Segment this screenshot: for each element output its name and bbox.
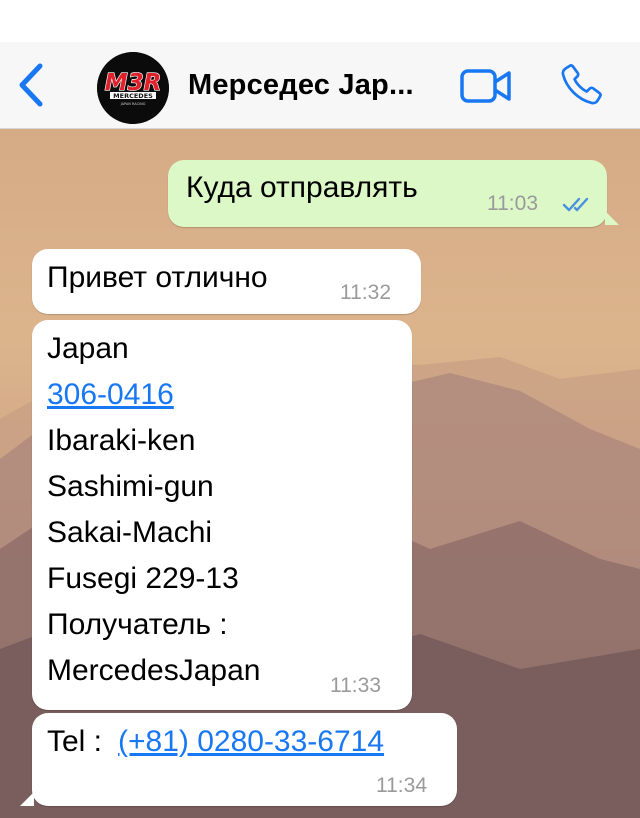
address-line: MercedesJapan xyxy=(47,654,261,687)
address-line: Sakai-Machi xyxy=(47,516,213,549)
message-time: 11:03 xyxy=(487,192,538,215)
message-time: 11:34 xyxy=(376,774,427,797)
incoming-message[interactable]: Japan 306-0416 Ibaraki-ken Sashimi-gun S… xyxy=(32,320,412,710)
message-text: Куда отправлять xyxy=(186,171,418,204)
chat-header: M3R MERCEDES JAPAN RACING Мерседес Jap..… xyxy=(0,42,640,129)
address-line: Japan xyxy=(47,332,129,365)
contact-avatar[interactable]: M3R MERCEDES JAPAN RACING xyxy=(97,52,169,124)
postal-code-link[interactable]: 306-0416 xyxy=(47,372,174,418)
contact-name[interactable]: Мерседес Jap... xyxy=(188,69,448,102)
m3r-logo-icon: M3R MERCEDES JAPAN RACING xyxy=(97,52,169,124)
svg-text:JAPAN RACING: JAPAN RACING xyxy=(120,102,146,106)
video-camera-icon xyxy=(460,69,511,103)
address-line: Получатель : xyxy=(47,608,228,641)
outgoing-bubble-tail xyxy=(605,211,619,225)
phone-label: Tel : xyxy=(47,725,111,758)
video-call-button[interactable] xyxy=(459,68,513,104)
incoming-bubble-tail xyxy=(20,792,34,806)
address-line: Ibaraki-ken xyxy=(47,424,196,457)
address-line: Sashimi-gun xyxy=(47,470,214,503)
incoming-message[interactable]: Tel : (+81) 0280-33-6714 11:34 xyxy=(32,713,457,806)
chevron-left-icon xyxy=(19,63,43,107)
chat-area[interactable]: Куда отправлять 11:03 Привет отлично 11:… xyxy=(0,129,640,818)
back-button[interactable] xyxy=(14,62,50,108)
incoming-message[interactable]: Привет отлично 11:32 xyxy=(32,249,421,314)
address-line: Fusegi 229-13 xyxy=(47,562,239,595)
double-check-read-icon xyxy=(562,197,589,212)
voice-call-button[interactable] xyxy=(556,60,606,110)
outgoing-message[interactable]: Куда отправлять 11:03 xyxy=(168,160,607,227)
message-text: Привет отлично xyxy=(47,261,268,294)
svg-text:MERCEDES: MERCEDES xyxy=(113,92,153,100)
phone-number-link[interactable]: (+81) 0280-33-6714 xyxy=(118,719,384,765)
message-time: 11:32 xyxy=(340,281,391,304)
phone-icon xyxy=(561,64,602,105)
status-bar-area xyxy=(0,0,640,42)
message-time: 11:33 xyxy=(330,674,381,697)
